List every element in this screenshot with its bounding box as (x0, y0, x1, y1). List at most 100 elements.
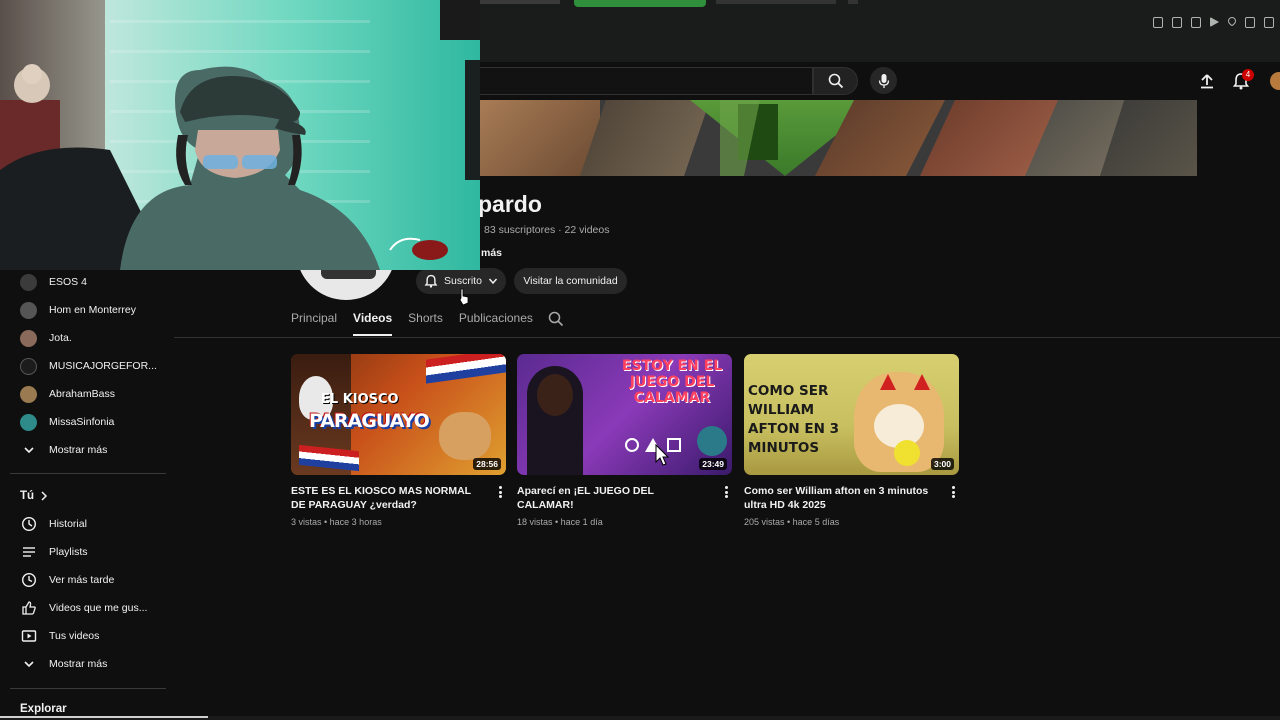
more-options-icon[interactable] (952, 486, 955, 498)
pointer-cursor-icon (655, 444, 669, 466)
video-duration: 28:56 (473, 458, 501, 470)
video-duration: 23:49 (699, 458, 727, 470)
webcam-image (0, 0, 480, 270)
video-thumbnail[interactable]: EL KIOSCO PARAGUAYO 28:56 (291, 354, 506, 475)
video-card[interactable]: COMO SER WILLIAM AFTON EN 3 MINUTOS 3:00… (744, 354, 959, 527)
channel-avatar (20, 385, 37, 403)
video-title[interactable]: ESTE ES EL KIOSCO MAS NORMAL DE PARAGUAY… (291, 484, 481, 512)
show-more-subscriptions[interactable]: Mostrar más (20, 440, 107, 460)
like-icon (20, 600, 37, 617)
browser-tab[interactable] (480, 0, 560, 4)
sidebar-item-your-videos[interactable]: Tus videos (20, 626, 99, 646)
sidebar-divider (10, 688, 166, 689)
heart-icon[interactable] (1226, 15, 1238, 27)
create-button[interactable] (1198, 72, 1216, 90)
chevron-down-icon (20, 442, 37, 459)
sidebar-item-liked-videos[interactable]: Videos que me gus... (20, 598, 147, 618)
channel-avatar (20, 273, 37, 291)
channel-description-more[interactable]: más (481, 247, 502, 259)
watch-later-icon (20, 572, 37, 589)
sidebar-subscription[interactable]: Jota. (20, 328, 72, 348)
video-card[interactable]: ESTOY EN EL JUEGO DEL CALAMAR 23:49 Apar… (517, 354, 732, 527)
sidebar-item-label: MUSICAJORGEFOR... (49, 360, 157, 372)
sidebar-item-label: AbrahamBass (49, 388, 115, 400)
sidebar-section-you[interactable]: Tú (20, 490, 48, 502)
more-options-icon[interactable] (499, 486, 502, 498)
sidebar-subscription[interactable]: ESOS 4 (20, 272, 87, 292)
bell-icon (424, 274, 438, 288)
video-thumbnail[interactable]: ESTOY EN EL JUEGO DEL CALAMAR 23:49 (517, 354, 732, 475)
channel-avatar (20, 413, 37, 431)
browser-tab[interactable] (848, 0, 858, 4)
browser-extension-icons (1153, 15, 1274, 28)
sidebar-item-label: ESOS 4 (49, 276, 87, 288)
video-meta: 3 vistas • hace 3 horas (291, 517, 382, 527)
history-icon (20, 516, 37, 533)
voice-search-button[interactable] (870, 67, 897, 94)
sidebar-item-history[interactable]: Historial (20, 514, 87, 534)
sidebar-item-watch-later[interactable]: Ver más tarde (20, 570, 114, 590)
channel-avatar (20, 301, 37, 319)
tab-shorts[interactable]: Shorts (408, 311, 443, 336)
channel-search-button[interactable] (548, 311, 565, 328)
notification-badge: 4 (1242, 69, 1254, 81)
webcam-overlay (0, 0, 480, 270)
thumbnail-text-main: ESTOY EN EL JUEGO DEL CALAMAR (621, 358, 723, 406)
video-title[interactable]: Como ser William afton en 3 minutos ultr… (744, 484, 934, 512)
video-title[interactable]: Aparecí en ¡EL JUEGO DEL CALAMAR! (517, 484, 707, 512)
tab-principal[interactable]: Principal (291, 311, 337, 336)
profile-icon[interactable] (1245, 17, 1255, 28)
sidebar-item-label: Mostrar más (49, 658, 108, 670)
download-icon[interactable] (1264, 17, 1274, 28)
chevron-down-icon (20, 656, 37, 673)
sidebar-item-label: MissaSinfonia (49, 416, 115, 428)
channel-avatar (20, 329, 37, 347)
search-input[interactable] (480, 67, 813, 95)
browser-tab[interactable] (716, 0, 836, 4)
tab-videos[interactable]: Videos (353, 311, 393, 336)
sidebar-item-playlists[interactable]: Playlists (20, 542, 88, 562)
sidebar-item-label: Historial (49, 518, 87, 530)
pin-icon[interactable] (1153, 17, 1163, 28)
tab-publicaciones[interactable]: Publicaciones (459, 311, 533, 336)
square-icon[interactable] (1172, 17, 1182, 28)
video-card[interactable]: EL KIOSCO PARAGUAYO 28:56 ESTE ES EL KIO… (291, 354, 506, 527)
upload-icon (1201, 74, 1213, 89)
chevron-down-icon (488, 278, 498, 285)
thumbnail-text-top: EL KIOSCO (321, 392, 399, 407)
sidebar-item-label: Tus videos (49, 630, 100, 642)
sidebar-subscription[interactable]: Hom en Monterrey (20, 300, 136, 320)
channel-banner (480, 100, 1197, 176)
shield-icon[interactable] (1191, 17, 1201, 28)
video-thumbnail[interactable]: COMO SER WILLIAM AFTON EN 3 MINUTOS 3:00 (744, 354, 959, 475)
channel-name: pardo (478, 191, 542, 217)
sidebar-subscription[interactable]: MissaSinfonia (20, 412, 114, 432)
sidebar-item-label: Playlists (49, 546, 88, 558)
sidebar-item-label: Mostrar más (49, 444, 108, 456)
search-icon (828, 73, 843, 89)
visit-community-button[interactable]: Visitar la comunidad (514, 268, 627, 294)
section-title: Explorar (20, 703, 67, 715)
sidebar-item-label: Videos que me gus... (49, 602, 148, 614)
show-more-you[interactable]: Mostrar más (20, 654, 107, 674)
chevron-right-icon (41, 491, 48, 501)
play-icon[interactable] (1210, 17, 1219, 27)
search-button[interactable] (813, 67, 858, 95)
browser-tab-active[interactable] (574, 0, 706, 7)
your-videos-icon (20, 628, 37, 645)
hand-cursor-icon (459, 288, 469, 306)
video-duration: 3:00 (930, 458, 954, 470)
sidebar-divider (10, 473, 166, 474)
sidebar-section-explore[interactable]: Explorar (20, 703, 67, 715)
account-avatar[interactable] (1270, 72, 1280, 90)
channel-stats: 83 suscriptores · 22 videos (484, 224, 610, 236)
more-options-icon[interactable] (725, 486, 728, 498)
section-title: Tú (20, 490, 35, 502)
sidebar-subscription[interactable]: MUSICAJORGEFOR... (20, 356, 157, 376)
thumbnail-text-main: COMO SER WILLIAM AFTON EN 3 MINUTOS (748, 383, 839, 456)
tabs-divider (174, 337, 1280, 338)
video-meta: 18 vistas • hace 1 día (517, 517, 603, 527)
sidebar-subscription[interactable]: AbrahamBass (20, 384, 115, 404)
sidebar: ESOS 4 Hom en Monterrey Jota. MUSICAJORG… (0, 270, 174, 720)
search-icon (548, 311, 564, 327)
